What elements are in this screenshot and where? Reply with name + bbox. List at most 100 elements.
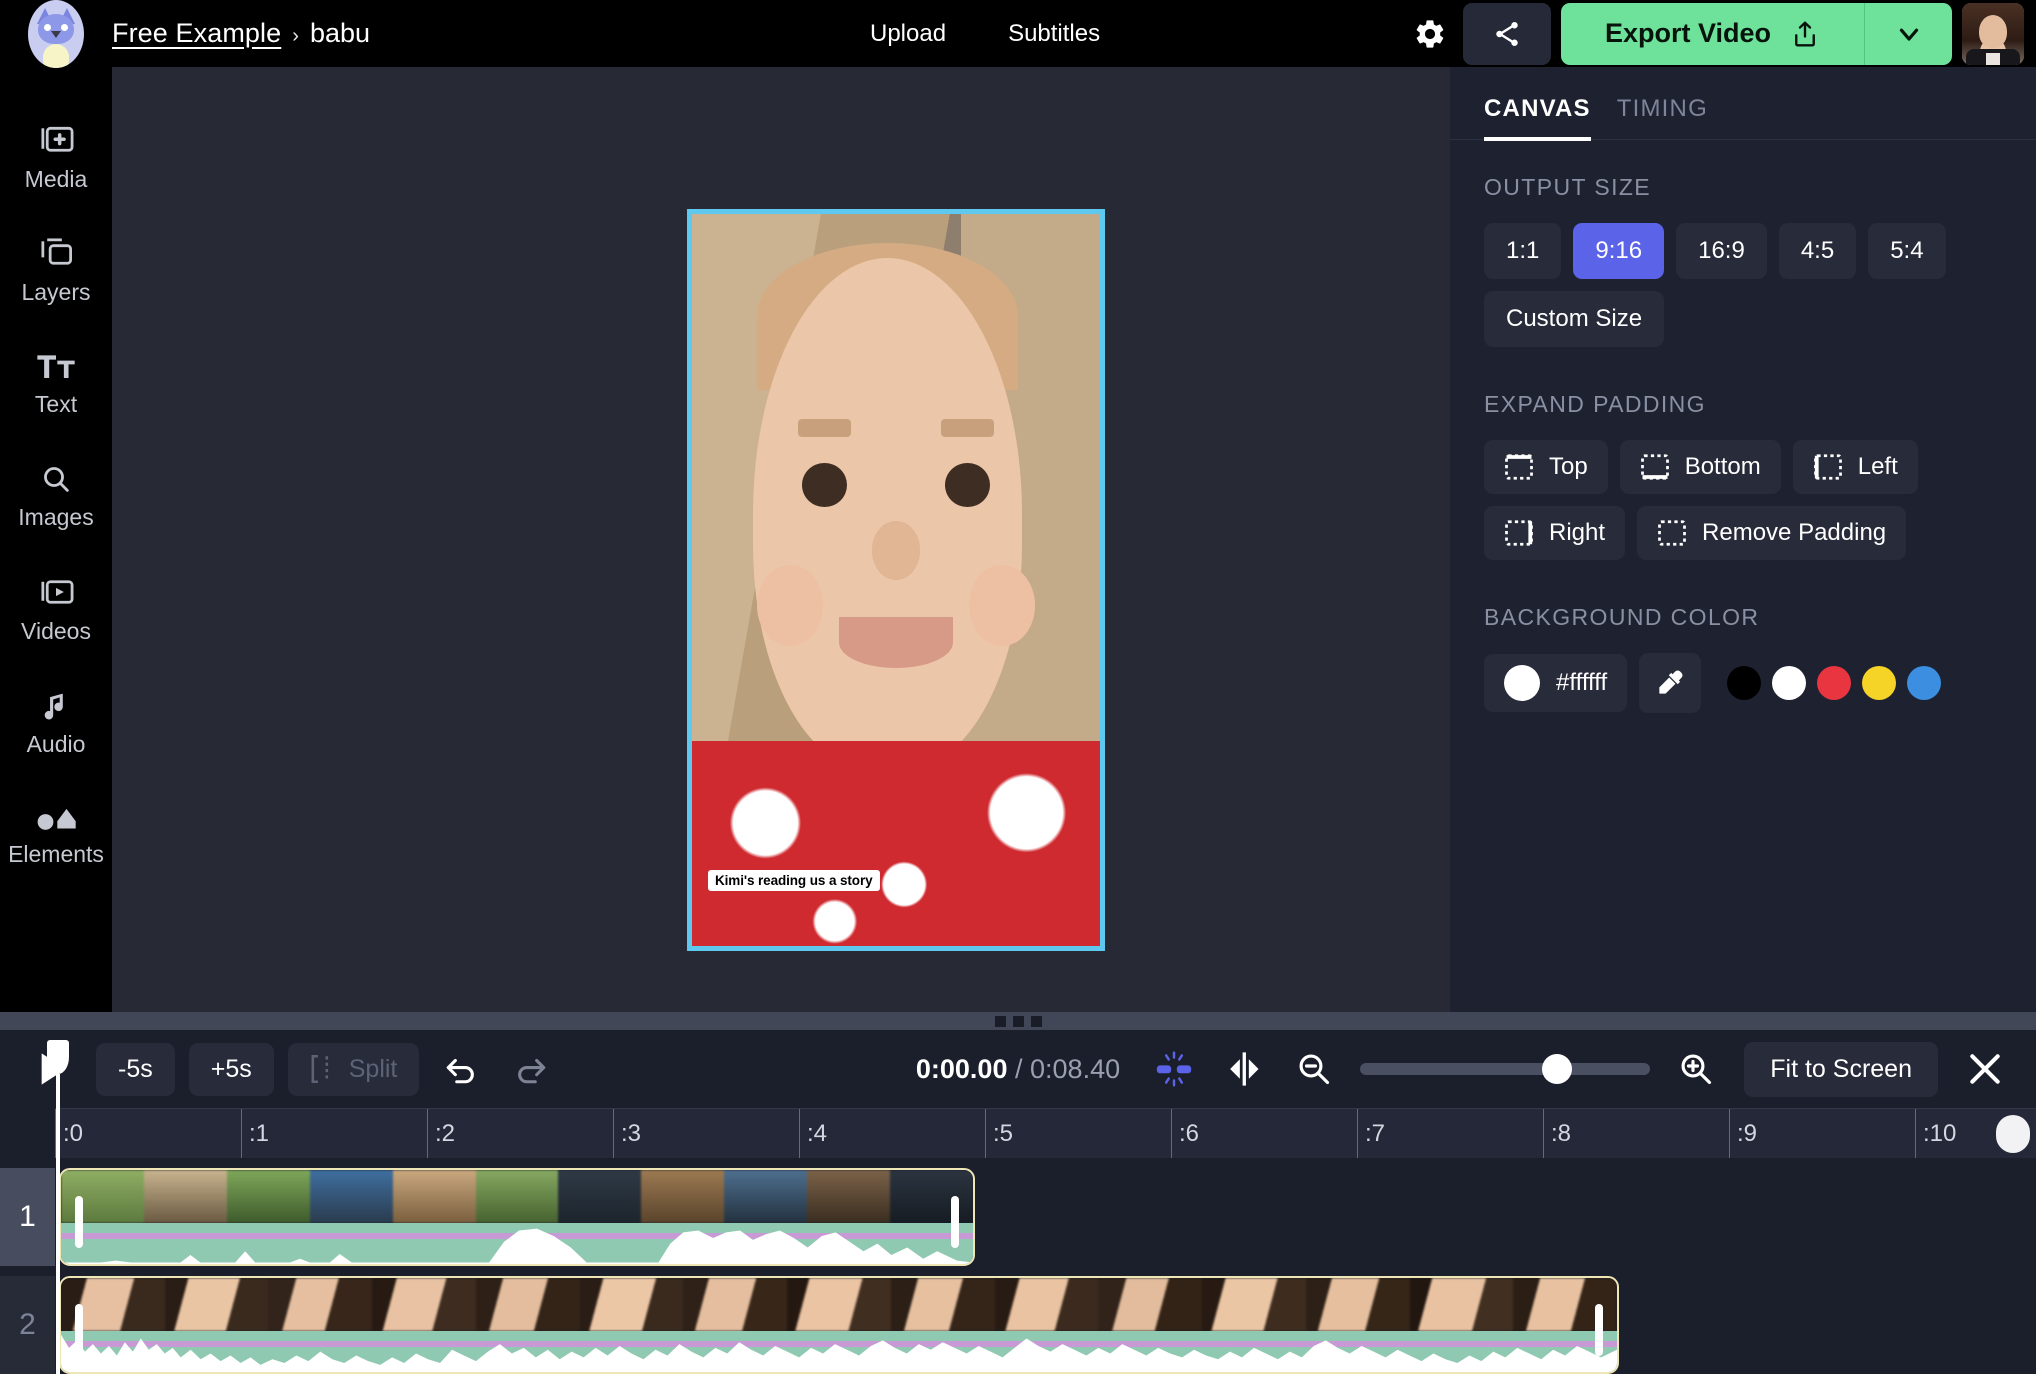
gear-icon[interactable]	[1397, 0, 1463, 67]
panel-content: OUTPUT SIZE 1:1 9:16 16:9 4:5 5:4 Custom…	[1450, 140, 2036, 713]
timeline-right-controls: Fit to Screen	[1132, 1040, 2036, 1098]
split-icon	[310, 1055, 336, 1083]
app-logo[interactable]	[0, 0, 112, 68]
padding-left-button[interactable]: Left	[1792, 440, 1918, 494]
shapes-icon	[35, 804, 77, 832]
canvas-preview[interactable]: TEA Kimi's reading us a story	[687, 209, 1105, 951]
play-icon[interactable]	[24, 1040, 82, 1098]
split-button[interactable]: Split	[287, 1042, 420, 1096]
share-icon[interactable]	[1462, 2, 1551, 65]
clip-audio-waveform	[61, 1222, 973, 1264]
output-size-options: 1:1 9:16 16:9 4:5 5:4	[1484, 223, 2002, 279]
clip-trim-handle-right[interactable]	[1595, 1304, 1603, 1357]
tab-canvas[interactable]: CANVAS	[1484, 95, 1591, 141]
ruler-tick: :10	[1915, 1109, 1956, 1158]
padding-left-label: Left	[1857, 453, 1898, 480]
ruler-tick: :9	[1729, 1109, 1757, 1158]
timeline-ruler[interactable]: :0 :1 :2 :3 :4 :5 :6 :7 :8 :9 :10	[55, 1108, 2036, 1158]
sidebar-item-label: Videos	[21, 617, 91, 644]
padding-right-icon	[1504, 519, 1534, 547]
zoom-slider-thumb[interactable]	[1542, 1054, 1573, 1084]
ruler-tick: :4	[799, 1109, 827, 1158]
baby-video-layer[interactable]: Kimi's reading us a story	[687, 209, 1105, 951]
snap-magnet-icon[interactable]	[1146, 1041, 1202, 1097]
sidebar-item-text[interactable]: Text	[0, 327, 112, 440]
timeline-clip-track1[interactable]	[59, 1168, 975, 1266]
sidebar-item-images[interactable]: Images	[0, 440, 112, 553]
tab-timing[interactable]: TIMING	[1617, 95, 1708, 139]
padding-bottom-button[interactable]: Bottom	[1619, 440, 1781, 494]
output-size-9-16[interactable]: 9:16	[1573, 223, 1665, 279]
output-size-5-4[interactable]: 5:4	[1868, 223, 1946, 279]
swatch-red[interactable]	[1817, 666, 1852, 700]
export-options-dropdown[interactable]	[1864, 2, 1952, 65]
expand-padding-buttons: Top Bottom Left Right Remove Padding	[1484, 440, 2002, 560]
sidebar-item-layers[interactable]: Layers	[0, 214, 112, 327]
close-icon[interactable]	[1956, 1040, 2014, 1098]
background-color-title: BACKGROUND COLOR	[1484, 604, 1760, 630]
clip-audio-waveform	[61, 1330, 1617, 1372]
swatch-yellow[interactable]	[1862, 666, 1897, 700]
eyedropper-icon[interactable]	[1639, 653, 1702, 713]
output-size-1-1[interactable]: 1:1	[1484, 223, 1562, 279]
sidebar-item-audio[interactable]: Audio	[0, 666, 112, 779]
back-5s-button[interactable]: -5s	[96, 1042, 175, 1096]
timeline-scrollbar-thumb[interactable]	[1996, 1115, 2030, 1153]
clip-thumbnails	[61, 1278, 1617, 1331]
fit-to-screen-button[interactable]: Fit to Screen	[1744, 1041, 1938, 1097]
redo-icon[interactable]	[503, 1041, 559, 1097]
clip-trim-handle-left[interactable]	[75, 1196, 83, 1249]
top-bar: Free Example › babu Upload Subtitles Exp…	[0, 0, 2036, 68]
current-color-swatch	[1504, 665, 1540, 701]
sidebar-item-elements[interactable]: Elements	[0, 779, 112, 892]
user-avatar[interactable]	[1962, 2, 2024, 65]
padding-top-button[interactable]: Top	[1484, 440, 1608, 494]
undo-icon[interactable]	[433, 1041, 489, 1097]
breadcrumb-current-project: babu	[309, 18, 371, 48]
upload-share-icon	[1790, 18, 1820, 50]
swatch-black[interactable]	[1727, 666, 1762, 700]
ruler-tick: :7	[1357, 1109, 1385, 1158]
total-time: 0:08.40	[1030, 1053, 1121, 1084]
panel-tabs: CANVAS TIMING	[1450, 67, 2036, 141]
music-note-icon	[41, 688, 71, 722]
upload-button[interactable]: Upload	[870, 20, 946, 48]
fit-clip-icon[interactable]	[1216, 1041, 1272, 1097]
current-time: 0:00.00	[915, 1053, 1008, 1084]
padding-remove-icon	[1657, 519, 1687, 547]
sidebar-item-videos[interactable]: Videos	[0, 553, 112, 666]
padding-left-icon	[1813, 453, 1843, 481]
panel-resize-handle[interactable]	[0, 1012, 2036, 1030]
ruler-tick: :2	[427, 1109, 455, 1158]
breadcrumb-root-link[interactable]: Free Example	[112, 18, 281, 49]
padding-right-button[interactable]: Right	[1484, 506, 1626, 560]
remove-padding-button[interactable]: Remove Padding	[1637, 506, 1907, 560]
timeline-clip-track2[interactable]	[59, 1276, 1619, 1374]
padding-top-icon	[1504, 453, 1534, 481]
timeline-zoom-slider[interactable]	[1360, 1054, 1651, 1084]
time-separator: /	[1014, 1053, 1023, 1084]
track-number[interactable]: 2	[0, 1276, 55, 1374]
sidebar-item-media[interactable]: Media	[0, 101, 112, 214]
swatch-blue[interactable]	[1907, 666, 1942, 700]
ruler-tick: :0	[55, 1109, 83, 1158]
sidebar-item-label: Elements	[8, 840, 104, 867]
cat-avatar-logo	[28, 0, 84, 68]
subtitles-button[interactable]: Subtitles	[1008, 20, 1100, 48]
zoom-out-icon[interactable]	[1286, 1041, 1342, 1097]
export-video-button[interactable]: Export Video	[1560, 2, 1864, 65]
swatch-white[interactable]	[1772, 666, 1807, 700]
output-size-16-9[interactable]: 16:9	[1676, 223, 1767, 279]
timeline: -5s +5s Split 0:00.00 / 0:08.40 Fit to S…	[0, 1030, 2036, 1374]
background-color-row: #ffffff	[1484, 653, 2002, 713]
forward-5s-button[interactable]: +5s	[188, 1042, 274, 1096]
custom-size-button[interactable]: Custom Size	[1484, 291, 1665, 347]
caption-text[interactable]: Kimi's reading us a story	[708, 870, 880, 891]
output-size-4-5[interactable]: 4:5	[1778, 223, 1857, 279]
clip-trim-handle-right[interactable]	[951, 1196, 959, 1249]
zoom-in-icon[interactable]	[1668, 1041, 1724, 1097]
background-color-field[interactable]: #ffffff	[1484, 654, 1628, 712]
export-video-label: Export Video	[1604, 18, 1771, 48]
clip-trim-handle-left[interactable]	[75, 1304, 83, 1357]
track-number[interactable]: 1	[0, 1168, 55, 1266]
